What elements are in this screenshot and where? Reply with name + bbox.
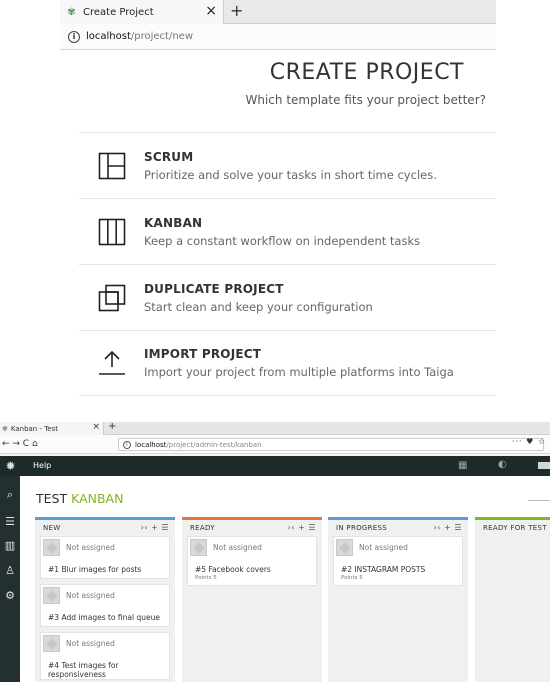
tab-title: Create Project bbox=[83, 6, 154, 18]
tab-title: Kanban - Test bbox=[10, 424, 58, 433]
browser-tab[interactable]: ✾ Create Project × bbox=[60, 0, 224, 24]
kanban-column-new: NEW ›‹ + ☰ Not assigned #1 Blur images f… bbox=[35, 517, 175, 682]
template-description: Keep a constant workflow on independent … bbox=[144, 233, 421, 248]
team-icon[interactable]: ♙ bbox=[3, 563, 17, 577]
template-title: DUPLICATE PROJECT bbox=[144, 281, 284, 296]
column-title: READY bbox=[190, 524, 215, 532]
taiga-favicon-icon: ✾ bbox=[2, 424, 8, 433]
url-host: localhost bbox=[86, 31, 131, 42]
column-tools-icons[interactable]: ›‹ + ☰ bbox=[288, 523, 316, 532]
help-link[interactable]: Help bbox=[33, 461, 51, 470]
template-description: Start clean and keep your configuration bbox=[144, 299, 373, 314]
assignee[interactable]: Not assigned bbox=[66, 591, 115, 600]
kanban-main: TEST KANBAN NEW ›‹ + ☰ Not assigned #1 B… bbox=[20, 476, 550, 682]
kanban-icon bbox=[79, 218, 144, 246]
new-tab-button[interactable]: + bbox=[108, 421, 116, 432]
new-tab-button[interactable]: + bbox=[230, 1, 243, 20]
card-title[interactable]: #2 INSTAGRAM POSTS bbox=[341, 565, 425, 574]
scrum-icon bbox=[79, 152, 144, 180]
url-path: /project/admin-test/kanban bbox=[166, 440, 262, 449]
assignee[interactable]: Not assigned bbox=[66, 639, 115, 648]
search-icon[interactable]: ⌕ bbox=[3, 488, 17, 502]
template-title: SCRUM bbox=[144, 149, 194, 164]
notifications-icon[interactable]: ◐ bbox=[498, 459, 507, 470]
kanban-column-in-progress: IN PROGRESS ›‹ + ☰ Not assigned #2 INSTA… bbox=[328, 517, 468, 682]
tab-bar: ✾ Create Project × + bbox=[60, 0, 496, 24]
user-story-card[interactable]: Not assigned #2 INSTAGRAM POSTS Points 5 bbox=[333, 536, 463, 586]
kanban-column-ready-for-test: READY FOR TEST bbox=[475, 517, 550, 682]
column-tools-icons[interactable]: ›‹ + ☰ bbox=[141, 523, 169, 532]
column-title: IN PROGRESS bbox=[336, 524, 388, 532]
column-header: READY ›‹ + ☰ bbox=[182, 520, 322, 536]
template-kanban[interactable]: KANBAN Keep a constant workflow on indep… bbox=[79, 198, 496, 264]
create-project-browser: ✾ Create Project × + i localhost/project… bbox=[60, 0, 496, 52]
user-story-card[interactable]: Not assigned #4 Test images for responsi… bbox=[40, 632, 170, 680]
card-title[interactable]: #1 Blur images for posts bbox=[48, 565, 141, 574]
site-info-icon[interactable]: i bbox=[123, 440, 131, 449]
app-top-nav: ✹ Help ▦ ◐ bbox=[0, 456, 550, 476]
template-duplicate[interactable]: DUPLICATE PROJECT Start clean and keep y… bbox=[79, 264, 496, 330]
project-sidebar: ⌕ ☰ ▥ ♙ ⚙ bbox=[0, 476, 20, 682]
page-title: TEST KANBAN bbox=[36, 491, 123, 506]
column-title: READY FOR TEST bbox=[483, 524, 547, 532]
navigation-buttons[interactable]: ← → C ⌂ bbox=[0, 439, 38, 449]
url-bar[interactable]: i localhost/project/admin-test/kanban bbox=[118, 438, 544, 451]
card-title[interactable]: #4 Test images for responsiveness bbox=[48, 661, 138, 679]
assignee[interactable]: Not assigned bbox=[359, 543, 408, 552]
tab-bar: ✾ Kanban - Test × + bbox=[0, 421, 550, 435]
url-host: localhost bbox=[135, 440, 167, 449]
avatar bbox=[336, 539, 353, 556]
url-bar[interactable]: i localhost/project/new bbox=[60, 24, 496, 50]
assignee[interactable]: Not assigned bbox=[213, 543, 262, 552]
taiga-favicon-icon: ✾ bbox=[67, 6, 76, 18]
kanban-column-ready: READY ›‹ + ☰ Not assigned #5 Facebook co… bbox=[182, 517, 322, 682]
kanban-browser: ✾ Kanban - Test × + ← → C ⌂ i localhost /… bbox=[0, 421, 550, 682]
template-scrum[interactable]: SCRUM Prioritize and solve your tasks in… bbox=[79, 132, 496, 198]
projects-grid-icon[interactable]: ▦ bbox=[458, 460, 467, 471]
user-story-card[interactable]: Not assigned #5 Facebook covers Points 5 bbox=[187, 536, 317, 586]
import-icon bbox=[79, 349, 144, 377]
template-title: IMPORT PROJECT bbox=[144, 347, 262, 361]
url-path: /project/new bbox=[130, 31, 194, 42]
user-story-card[interactable]: Not assigned #1 Blur images for posts bbox=[40, 536, 170, 579]
user-story-card[interactable]: Not assigned #3 Add images to final queu… bbox=[40, 584, 170, 627]
close-tab-icon[interactable]: × bbox=[92, 422, 100, 432]
column-tools-icons[interactable]: ›‹ + ☰ bbox=[434, 523, 462, 532]
close-tab-icon[interactable]: × bbox=[205, 3, 217, 19]
column-title: NEW bbox=[43, 524, 61, 532]
assignee[interactable]: Not assigned bbox=[66, 543, 115, 552]
column-header: IN PROGRESS ›‹ + ☰ bbox=[328, 520, 468, 536]
avatar[interactable] bbox=[538, 462, 550, 469]
browser-tab[interactable]: ✾ Kanban - Test × bbox=[0, 422, 104, 435]
page-subtitle: Which template fits your project better? bbox=[245, 93, 487, 107]
template-import[interactable]: IMPORT PROJECT Import your project from … bbox=[79, 330, 496, 396]
avatar bbox=[43, 539, 60, 556]
card-title[interactable]: #5 Facebook covers bbox=[195, 565, 271, 574]
card-title[interactable]: #3 Add images to final queue bbox=[48, 613, 160, 622]
avatar bbox=[43, 635, 60, 652]
avatar bbox=[190, 539, 207, 556]
card-points: Points 5 bbox=[195, 575, 217, 581]
project-name: TEST bbox=[36, 491, 68, 506]
backlog-icon[interactable]: ☰ bbox=[3, 514, 17, 528]
avatar bbox=[43, 587, 60, 604]
column-header: READY FOR TEST bbox=[475, 520, 550, 536]
template-title: KANBAN bbox=[144, 215, 203, 230]
duplicate-icon bbox=[79, 284, 144, 312]
filter-divider bbox=[528, 500, 550, 501]
nav-bar: ← → C ⌂ i localhost/project/admin-test/k… bbox=[0, 435, 550, 454]
section-name: KANBAN bbox=[71, 491, 124, 506]
card-points: Points 5 bbox=[341, 575, 363, 581]
template-description: Prioritize and solve your tasks in short… bbox=[144, 167, 437, 182]
template-list: SCRUM Prioritize and solve your tasks in… bbox=[79, 132, 496, 396]
template-description: Import your project from multiple platfo… bbox=[144, 365, 454, 379]
browser-toolbar-icons[interactable]: ··· ♥ ☆ bbox=[512, 437, 546, 446]
site-info-icon[interactable]: i bbox=[68, 30, 80, 43]
settings-icon[interactable]: ⚙ bbox=[3, 588, 17, 602]
kanban-icon[interactable]: ▥ bbox=[3, 538, 17, 552]
column-header: NEW ›‹ + ☰ bbox=[35, 520, 175, 536]
page-title: CREATE PROJECT bbox=[269, 60, 464, 85]
taiga-logo-icon[interactable]: ✹ bbox=[4, 459, 17, 473]
